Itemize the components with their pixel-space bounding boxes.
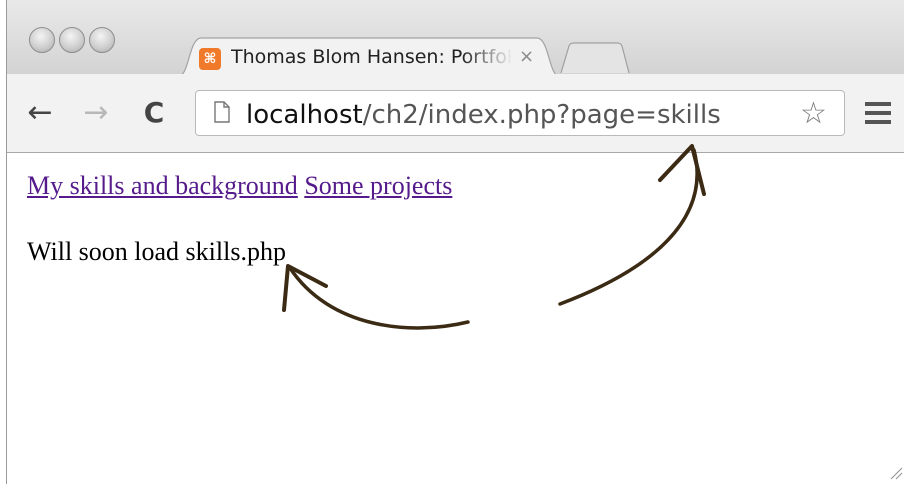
menu-icon[interactable] xyxy=(865,102,891,124)
url-host: localhost xyxy=(246,100,363,130)
tab-active[interactable]: ⌘ Thomas Blom Hansen: Portfolio × xyxy=(179,36,559,76)
new-tab-button[interactable] xyxy=(559,42,631,74)
status-message: Will soon load skills.php xyxy=(27,237,286,266)
nav-link-projects[interactable]: Some projects xyxy=(304,171,452,200)
url-path: /ch2/index.php?page=skills xyxy=(362,100,721,130)
url-text[interactable]: localhost/ch2/index.php?page=skills xyxy=(246,100,721,130)
reload-icon[interactable]: C xyxy=(137,96,171,130)
page-nav: My skills and background Some projects xyxy=(27,171,452,201)
address-bar[interactable]: localhost/ch2/index.php?page=skills ☆ xyxy=(195,90,845,136)
back-arrow-icon[interactable]: ← xyxy=(23,96,57,130)
favicon-icon: ⌘ xyxy=(199,48,221,70)
tab-close-icon[interactable]: × xyxy=(519,46,534,67)
forward-arrow-icon[interactable]: → xyxy=(79,96,113,130)
toolbar: ← → C localhost/ch2/index.php?page=skill… xyxy=(7,74,904,153)
zoom-window-button[interactable] xyxy=(89,27,115,53)
tab-title: Thomas Blom Hansen: Portfolio xyxy=(231,46,513,68)
resize-grip-icon[interactable] xyxy=(885,462,903,480)
close-window-button[interactable] xyxy=(29,27,55,53)
title-bar: ⌘ Thomas Blom Hansen: Portfolio × xyxy=(7,0,904,76)
bookmark-star-icon[interactable]: ☆ xyxy=(800,96,827,131)
page-content: My skills and background Some projects W… xyxy=(7,153,904,484)
minimize-window-button[interactable] xyxy=(59,27,85,53)
browser-window: ⌘ Thomas Blom Hansen: Portfolio × ← → C … xyxy=(6,0,904,484)
nav-link-skills[interactable]: My skills and background xyxy=(27,171,298,200)
page-icon xyxy=(214,101,230,123)
